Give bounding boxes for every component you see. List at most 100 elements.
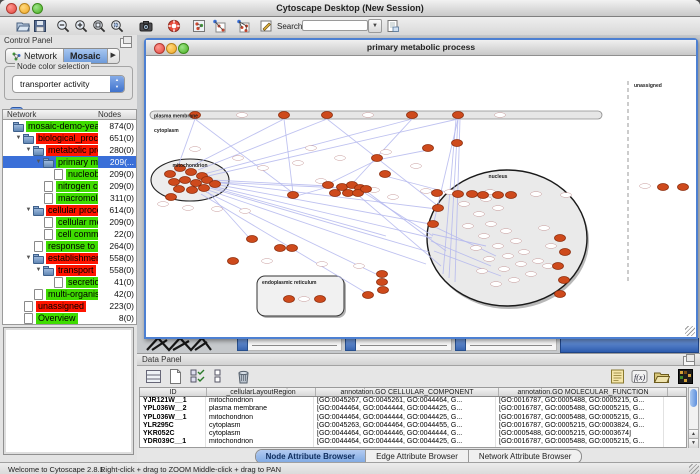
expander-icon[interactable]: ▼ <box>34 156 43 168</box>
unselect-attributes-icon[interactable] <box>211 368 228 385</box>
network-node[interactable] <box>423 145 434 152</box>
tree-row-transport[interactable]: ▼transport558(0) <box>3 264 136 276</box>
window-titlebar[interactable]: Cytoscape Desktop (New Session) <box>0 0 700 17</box>
network-node[interactable] <box>377 271 388 278</box>
network-node[interactable] <box>187 187 198 194</box>
background-window-sliver[interactable] <box>455 338 557 351</box>
column-header[interactable]: ID <box>140 388 207 396</box>
network-node[interactable] <box>428 221 439 228</box>
table-row[interactable]: YDR039C__1mitochondrion[GO:0044464, GO:0… <box>140 438 686 446</box>
network-node[interactable] <box>279 112 290 119</box>
network-node[interactable] <box>361 186 372 193</box>
tree-row-secretion[interactable]: secretion41(0) <box>3 276 136 288</box>
network-node[interactable] <box>284 296 295 303</box>
network-node[interactable] <box>467 191 478 198</box>
network-node[interactable] <box>453 112 464 119</box>
plasma-membrane-region[interactable] <box>150 111 602 119</box>
tree-row-cell-communicat[interactable]: cell communicat22(0) <box>3 228 136 240</box>
table-row[interactable]: YJR121W__1mitochondrion[GO:0045267, GO:0… <box>140 397 686 405</box>
network-node[interactable] <box>506 192 517 199</box>
network-edge[interactable] <box>208 190 426 264</box>
network-node[interactable] <box>199 185 210 192</box>
network-node[interactable] <box>315 296 326 303</box>
network-node[interactable] <box>380 171 391 178</box>
annotation-icon[interactable] <box>259 19 273 33</box>
tree-row-primary-metabo[interactable]: ▼primary metabo209(... <box>3 156 136 168</box>
column-header[interactable]: annotation.GO MOLECULAR_FUNCTION <box>499 388 668 396</box>
float-panel-icon[interactable] <box>683 356 695 366</box>
network-node[interactable] <box>555 291 566 298</box>
search-input[interactable] <box>302 20 368 31</box>
network-node[interactable] <box>553 263 564 270</box>
network-node[interactable] <box>433 205 444 212</box>
zoom-in-icon[interactable] <box>74 19 88 33</box>
notes-icon[interactable] <box>609 368 626 385</box>
new-attribute-icon[interactable] <box>167 368 184 385</box>
network-node[interactable] <box>180 177 191 184</box>
zoom-selected-icon[interactable] <box>110 19 124 33</box>
network-node[interactable] <box>377 279 388 286</box>
app-resize-grip[interactable] <box>689 464 699 474</box>
network-node[interactable] <box>372 155 383 162</box>
network-node[interactable] <box>559 277 570 284</box>
tree-row-multi-organism-pro[interactable]: multi-organism pro42(0) <box>3 288 136 300</box>
folder-open-icon[interactable] <box>16 19 30 33</box>
expander-icon[interactable]: ▼ <box>14 132 23 144</box>
zoom-out-icon[interactable] <box>56 19 70 33</box>
table-row[interactable]: YPL036W__1mitochondrion[GO:0044464, GO:0… <box>140 414 686 422</box>
help-lifesaver-icon[interactable] <box>167 19 181 33</box>
network-edge[interactable] <box>284 119 293 193</box>
table-mode-icon[interactable] <box>145 368 162 385</box>
network-node[interactable] <box>407 112 418 119</box>
tab-mosaic[interactable]: Mosaic <box>64 49 107 63</box>
zoom-fit-icon[interactable] <box>92 19 106 33</box>
network-node[interactable] <box>228 258 239 265</box>
delete-attribute-icon[interactable] <box>235 368 252 385</box>
network-node[interactable] <box>322 112 333 119</box>
tree-row-cellular-process[interactable]: ▼cellular process614(0) <box>3 204 136 216</box>
background-window-sliver[interactable] <box>345 338 452 351</box>
search-options-icon[interactable] <box>386 19 400 33</box>
matrix-icon[interactable] <box>677 368 694 385</box>
background-window-titlebar[interactable] <box>560 338 699 353</box>
network-node[interactable] <box>378 287 389 294</box>
network-node[interactable] <box>363 292 374 299</box>
network-overlay-icon-2[interactable] <box>236 19 250 33</box>
network-node[interactable] <box>478 192 489 199</box>
network-edge[interactable] <box>208 192 252 241</box>
network-canvas[interactable]: plasma membranecytoplasmmitochondrionnuc… <box>146 56 692 335</box>
tab-scroll-right-icon[interactable]: ▶ <box>107 49 119 63</box>
tree-row-establishment-of-lo[interactable]: ▼establishment of lo558(0) <box>3 252 136 264</box>
tree-row-overview[interactable]: Overview8(0) <box>3 312 136 324</box>
network-node[interactable] <box>432 190 443 197</box>
network-node[interactable] <box>247 236 258 243</box>
network-node[interactable] <box>452 140 463 147</box>
background-window-sliver[interactable] <box>237 338 342 351</box>
network-edge[interactable] <box>198 119 327 170</box>
column-header[interactable]: _cellularLayoutRegion <box>207 388 316 396</box>
network-node[interactable] <box>287 245 298 252</box>
snapshot-camera-icon[interactable] <box>139 19 153 33</box>
network-node[interactable] <box>493 192 504 199</box>
window-resize-grip[interactable] <box>685 326 695 336</box>
network-overlay-icon-1[interactable] <box>212 19 226 33</box>
network-node[interactable] <box>343 190 354 197</box>
expander-icon[interactable]: ▼ <box>24 252 33 264</box>
tree-row-unassigned[interactable]: unassigned223(0) <box>3 300 136 312</box>
expander-icon[interactable]: ▼ <box>34 264 43 276</box>
network-edge[interactable] <box>328 160 377 184</box>
expander-icon[interactable]: ▼ <box>24 144 33 156</box>
network-node[interactable] <box>210 181 221 188</box>
birds-eye-view[interactable] <box>3 327 134 455</box>
tree-row-macromolecule[interactable]: macromolecule311(0) <box>3 192 136 204</box>
network-window-titlebar[interactable]: primary metabolic process <box>146 40 696 56</box>
tree-row-cellular-metabo[interactable]: cellular metabo209(0) <box>3 216 136 228</box>
table-row[interactable]: YLR295Ccytoplasm[GO:0045263, GO:0044464,… <box>140 422 686 430</box>
network-node[interactable] <box>555 235 566 242</box>
import-attributes-icon[interactable] <box>653 368 670 385</box>
column-header[interactable]: annotation.GO CELLULAR_COMPONENT <box>316 388 499 396</box>
table-scrollbar[interactable]: ▲ ▼ <box>688 387 699 448</box>
network-node[interactable] <box>186 169 197 176</box>
network-node[interactable] <box>678 184 689 191</box>
network-node[interactable] <box>658 184 669 191</box>
